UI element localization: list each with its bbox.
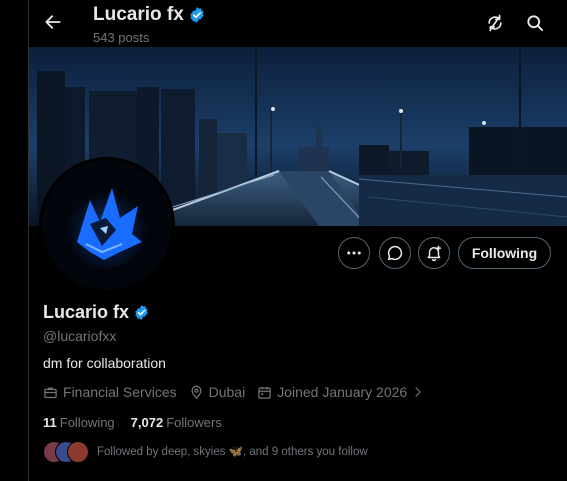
arrow-left-icon <box>45 15 61 29</box>
followers-label: Followers <box>166 415 222 430</box>
post-count: 543 posts <box>93 30 150 45</box>
location-pin-icon <box>191 385 202 399</box>
profile-bio: dm for collaboration <box>43 355 166 371</box>
chevron-right-icon <box>415 387 421 397</box>
category-item: Financial Services <box>43 384 177 400</box>
search-icon <box>527 15 543 32</box>
more-button[interactable] <box>338 237 370 269</box>
profile-meta: Financial Services Dubai Joined January … <box>43 384 436 400</box>
mutual-avatars <box>43 441 89 463</box>
notification-bell-icon <box>427 245 442 262</box>
profile-header: Lucario fx 543 posts <box>29 0 567 47</box>
refresh-button[interactable] <box>483 11 507 35</box>
following-link[interactable]: 11 Following <box>43 415 115 430</box>
follow-counts: 11 Following 7,072 Followers <box>43 415 222 430</box>
header-title-block: Lucario fx 543 posts <box>93 4 206 45</box>
location-item: Dubai <box>189 384 246 400</box>
joined-item[interactable]: Joined January 2026 <box>257 384 424 400</box>
profile-category: Financial Services <box>63 384 177 400</box>
search-button[interactable] <box>523 11 547 35</box>
followed-by-row[interactable]: Followed by deep, skyies 🦋, and 9 others… <box>43 441 368 463</box>
profile-joined: Joined January 2026 <box>277 384 408 400</box>
profile-handle: @lucariofxx <box>43 328 117 344</box>
followed-by-text: Followed by deep, skyies 🦋, and 9 others… <box>97 446 368 458</box>
profile-name-row: Lucario fx <box>43 302 150 323</box>
message-icon <box>387 245 403 261</box>
following-label: Following <box>59 415 115 430</box>
notifications-button[interactable] <box>418 237 450 269</box>
following-count: 11 <box>43 415 57 430</box>
profile-name: Lucario fx <box>43 302 130 322</box>
followers-count: 7,072 <box>130 415 164 430</box>
following-button[interactable]: Following <box>458 237 551 269</box>
profile-avatar[interactable] <box>39 157 175 293</box>
refresh-icon <box>488 14 502 32</box>
header-title: Lucario fx <box>93 4 184 25</box>
back-button[interactable] <box>40 9 66 35</box>
briefcase-icon <box>44 387 57 398</box>
followers-link[interactable]: 7,072 Followers <box>131 415 222 430</box>
calendar-icon <box>258 386 271 399</box>
mutual-avatar <box>67 441 89 463</box>
more-icon <box>347 251 361 255</box>
profile-location: Dubai <box>208 384 246 400</box>
lucario-logo <box>42 160 172 290</box>
verified-badge-icon[interactable] <box>133 304 150 321</box>
verified-badge-icon <box>190 7 204 23</box>
message-button[interactable] <box>379 237 411 269</box>
